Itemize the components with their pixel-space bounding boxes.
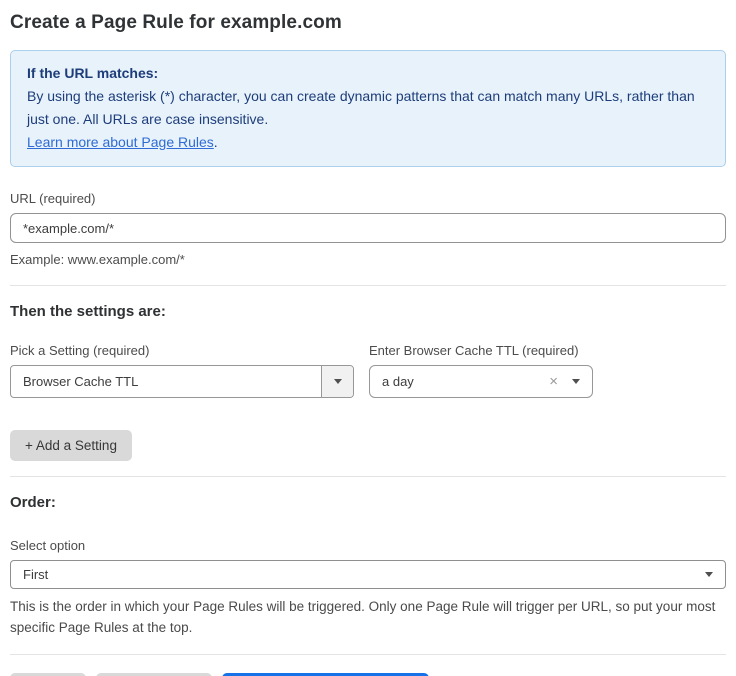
setting-picker-select[interactable]: Browser Cache TTL — [10, 365, 354, 398]
info-box-heading: If the URL matches: — [27, 62, 709, 85]
setting-picker-dropdown-button[interactable] — [321, 366, 353, 397]
url-match-info-box: If the URL matches: By using the asteris… — [10, 50, 726, 167]
clear-selection-icon[interactable]: × — [549, 373, 558, 390]
section-divider — [10, 476, 726, 477]
order-select-label: Select option — [10, 538, 726, 553]
setting-picker-value: Browser Cache TTL — [11, 374, 321, 389]
order-section-heading: Order: — [10, 494, 726, 511]
chevron-down-icon — [705, 572, 713, 577]
info-box-link-row: Learn more about Page Rules. — [27, 131, 709, 154]
learn-more-link[interactable]: Learn more about Page Rules — [27, 134, 214, 150]
page-rule-form: Create a Page Rule for example.com If th… — [0, 0, 736, 676]
ttl-picker-value: a day — [370, 374, 549, 389]
url-example-hint: Example: www.example.com/* — [10, 252, 726, 267]
setting-picker-label: Pick a Setting (required) — [10, 343, 354, 358]
order-select[interactable]: First — [10, 560, 726, 589]
section-divider — [10, 285, 726, 286]
url-input[interactable] — [10, 213, 726, 243]
chevron-down-icon — [572, 379, 580, 384]
settings-section-heading: Then the settings are: — [10, 303, 726, 320]
order-select-value: First — [11, 567, 705, 582]
page-title: Create a Page Rule for example.com — [10, 12, 726, 34]
order-description: This is the order in which your Page Rul… — [10, 596, 726, 638]
setting-picker-column: Pick a Setting (required) Browser Cache … — [10, 343, 354, 398]
link-suffix-text: . — [214, 134, 218, 150]
ttl-picker-column: Enter Browser Cache TTL (required) a day… — [369, 343, 593, 398]
url-field-label: URL (required) — [10, 191, 726, 206]
ttl-picker-select[interactable]: a day × — [369, 365, 593, 398]
chevron-down-icon — [334, 379, 342, 384]
footer-divider — [10, 654, 726, 655]
ttl-picker-label: Enter Browser Cache TTL (required) — [369, 343, 593, 358]
info-box-body: By using the asterisk (*) character, you… — [27, 85, 709, 131]
settings-row: Pick a Setting (required) Browser Cache … — [10, 343, 726, 398]
add-setting-button[interactable]: + Add a Setting — [10, 430, 132, 461]
